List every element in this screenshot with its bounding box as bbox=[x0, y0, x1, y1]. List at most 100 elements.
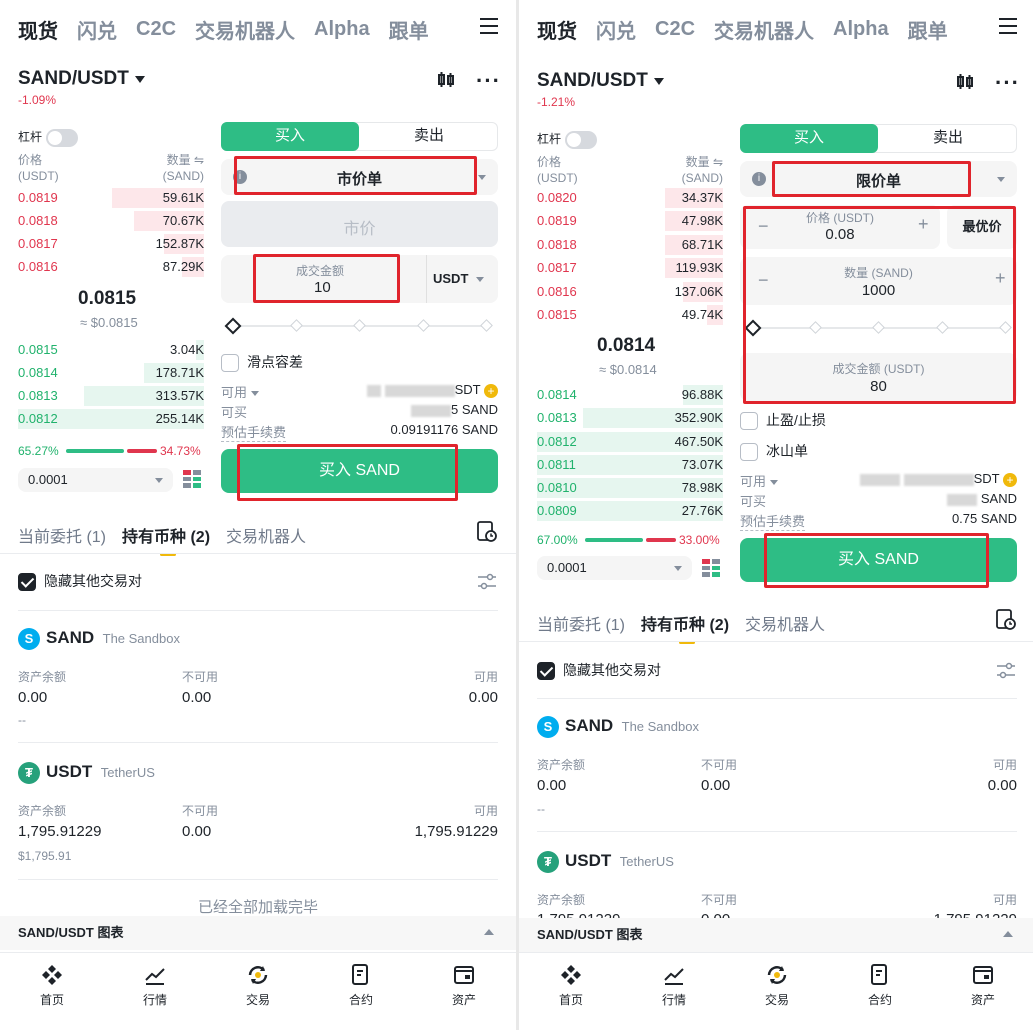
bid-row[interactable]: 0.0810 78.98K bbox=[537, 477, 723, 499]
nav-trade[interactable]: 交易 bbox=[218, 963, 298, 1008]
bid-row[interactable]: 0.0814 96.88K bbox=[537, 384, 723, 406]
ask-row[interactable]: 0.0820 34.37K bbox=[537, 187, 723, 209]
bid-row[interactable]: 0.0812 467.50K bbox=[537, 431, 723, 453]
ask-row[interactable]: 0.0817 119.93K bbox=[537, 257, 723, 279]
bid-row[interactable]: 0.0813 352.90K bbox=[537, 407, 723, 429]
filter-icon[interactable] bbox=[477, 573, 497, 596]
precision-select[interactable]: 0.0001 bbox=[537, 556, 692, 580]
hide-other-pairs-checkbox[interactable] bbox=[18, 573, 36, 592]
available-label[interactable]: 可用 bbox=[221, 382, 260, 401]
orderbook-layout-icon[interactable] bbox=[702, 559, 720, 582]
fee-label[interactable]: 预估手续费 bbox=[221, 422, 287, 442]
bid-row[interactable]: 0.0809 27.76K bbox=[537, 500, 723, 522]
hide-other-pairs-row[interactable]: 隐藏其他交易对 bbox=[18, 571, 142, 592]
available-label[interactable]: 可用 bbox=[740, 471, 779, 490]
slippage-row[interactable]: 滑点容差 bbox=[221, 352, 303, 373]
leverage-toggle[interactable] bbox=[565, 130, 598, 149]
nav-trade[interactable]: 交易 bbox=[737, 963, 817, 1008]
ask-row[interactable]: 0.0815 49.74K bbox=[537, 304, 723, 326]
tab-spot[interactable]: 现货 bbox=[537, 15, 577, 44]
filter-icon[interactable] bbox=[996, 662, 1016, 685]
buy-tab[interactable]: 买入 bbox=[740, 124, 878, 153]
tab-holdings[interactable]: 持有币种 (2) bbox=[122, 529, 210, 546]
tab-open-orders[interactable]: 当前委托 (1) bbox=[537, 617, 625, 634]
tab-trading-bots[interactable]: 交易机器人 bbox=[195, 15, 295, 44]
unavailable-value: 0.00 bbox=[182, 689, 212, 706]
holding-sand[interactable]: S SAND The Sandbox bbox=[537, 716, 699, 738]
iceberg-label: 冰山单 bbox=[766, 443, 808, 459]
tab-trading-bots-lower[interactable]: 交易机器人 bbox=[226, 529, 306, 546]
tab-spot[interactable]: 现货 bbox=[18, 15, 58, 44]
orderbook-layout-icon[interactable] bbox=[183, 470, 201, 493]
pair-selector[interactable]: SAND/USDT bbox=[18, 68, 145, 90]
tab-c2c[interactable]: C2C bbox=[136, 18, 176, 41]
nav-home[interactable]: 首页 bbox=[531, 963, 611, 1008]
nav-markets[interactable]: 行情 bbox=[115, 963, 195, 1008]
ask-row[interactable]: 0.0818 68.71K bbox=[537, 234, 723, 256]
holding-usdt[interactable]: ₮ USDT TetherUS bbox=[537, 851, 674, 873]
ask-row[interactable]: 0.0817 152.87K bbox=[18, 233, 204, 255]
bid-row[interactable]: 0.0815 3.04K bbox=[18, 339, 204, 361]
order-history-icon[interactable] bbox=[476, 521, 498, 548]
total-unit-select[interactable]: USDT bbox=[433, 271, 485, 286]
menu-icon[interactable] bbox=[999, 18, 1017, 34]
leverage-toggle[interactable] bbox=[46, 128, 79, 147]
buy-tab[interactable]: 买入 bbox=[221, 122, 359, 151]
add-funds-icon[interactable]: + bbox=[1003, 472, 1017, 487]
tab-holdings[interactable]: 持有币种 (2) bbox=[641, 617, 729, 634]
slider-handle[interactable] bbox=[224, 317, 242, 335]
tab-alpha[interactable]: Alpha bbox=[833, 18, 889, 41]
tab-convert[interactable]: 闪兑 bbox=[596, 15, 636, 44]
nav-futures[interactable]: 合约 bbox=[840, 963, 920, 1008]
candlestick-icon[interactable] bbox=[955, 72, 975, 97]
more-icon[interactable]: ··· bbox=[995, 70, 1020, 96]
nav-assets[interactable]: 资产 bbox=[943, 963, 1023, 1008]
hide-other-pairs-checkbox[interactable] bbox=[537, 662, 555, 681]
bid-row[interactable]: 0.0814 178.71K bbox=[18, 362, 204, 384]
ask-row[interactable]: 0.0819 59.61K bbox=[18, 187, 204, 209]
order-history-icon[interactable] bbox=[995, 609, 1017, 636]
tab-alpha[interactable]: Alpha bbox=[314, 18, 370, 41]
more-icon[interactable]: ··· bbox=[476, 68, 501, 94]
bid-row[interactable]: 0.0813 313.57K bbox=[18, 385, 204, 407]
holding-usdt[interactable]: ₮ USDT TetherUS bbox=[18, 762, 155, 784]
tab-copy-trading[interactable]: 跟单 bbox=[389, 15, 429, 44]
nav-assets[interactable]: 资产 bbox=[424, 963, 504, 1008]
tab-copy-trading[interactable]: 跟单 bbox=[908, 15, 948, 44]
ask-row[interactable]: 0.0816 137.06K bbox=[537, 281, 723, 303]
chart-toggle-bar[interactable]: SAND/USDT 图表 bbox=[519, 918, 1033, 952]
nav-home[interactable]: 首页 bbox=[12, 963, 92, 1008]
qty-header[interactable]: 数量 ⇋ (SAND) bbox=[150, 152, 204, 184]
iceberg-row[interactable]: 冰山单 bbox=[740, 441, 808, 462]
iceberg-checkbox[interactable] bbox=[740, 443, 758, 462]
ask-row[interactable]: 0.0818 70.67K bbox=[18, 210, 204, 232]
last-price-usd: ≈ $0.0814 bbox=[599, 362, 657, 377]
hide-other-pairs-row[interactable]: 隐藏其他交易对 bbox=[537, 660, 661, 681]
holding-sand[interactable]: S SAND The Sandbox bbox=[18, 628, 180, 650]
tpsl-row[interactable]: 止盈/止损 bbox=[740, 410, 826, 431]
bid-row[interactable]: 0.0811 73.07K bbox=[537, 454, 723, 476]
tab-trading-bots[interactable]: 交易机器人 bbox=[714, 15, 814, 44]
tab-open-orders[interactable]: 当前委托 (1) bbox=[18, 529, 106, 546]
nav-futures[interactable]: 合约 bbox=[321, 963, 401, 1008]
ask-row[interactable]: 0.0816 87.29K bbox=[18, 256, 204, 278]
sell-tab[interactable]: 卖出 bbox=[360, 122, 498, 151]
qty-header[interactable]: 数量 ⇋ (SAND) bbox=[669, 154, 723, 186]
menu-icon[interactable] bbox=[480, 18, 498, 34]
sell-tab[interactable]: 卖出 bbox=[879, 124, 1017, 153]
slippage-checkbox[interactable] bbox=[221, 354, 239, 373]
tpsl-checkbox[interactable] bbox=[740, 412, 758, 431]
add-funds-icon[interactable]: + bbox=[484, 383, 498, 398]
holding-symbol: USDT bbox=[46, 762, 93, 782]
nav-markets[interactable]: 行情 bbox=[634, 963, 714, 1008]
tab-convert[interactable]: 闪兑 bbox=[77, 15, 117, 44]
chart-toggle-bar[interactable]: SAND/USDT 图表 bbox=[0, 916, 516, 950]
tab-c2c[interactable]: C2C bbox=[655, 18, 695, 41]
candlestick-icon[interactable] bbox=[436, 70, 456, 95]
pair-selector[interactable]: SAND/USDT bbox=[537, 70, 664, 92]
tab-trading-bots-lower[interactable]: 交易机器人 bbox=[745, 617, 825, 634]
ask-row[interactable]: 0.0819 47.98K bbox=[537, 210, 723, 232]
bid-row[interactable]: 0.0812 255.14K bbox=[18, 408, 204, 430]
fee-label[interactable]: 预估手续费 bbox=[740, 511, 806, 531]
precision-select[interactable]: 0.0001 bbox=[18, 468, 173, 492]
